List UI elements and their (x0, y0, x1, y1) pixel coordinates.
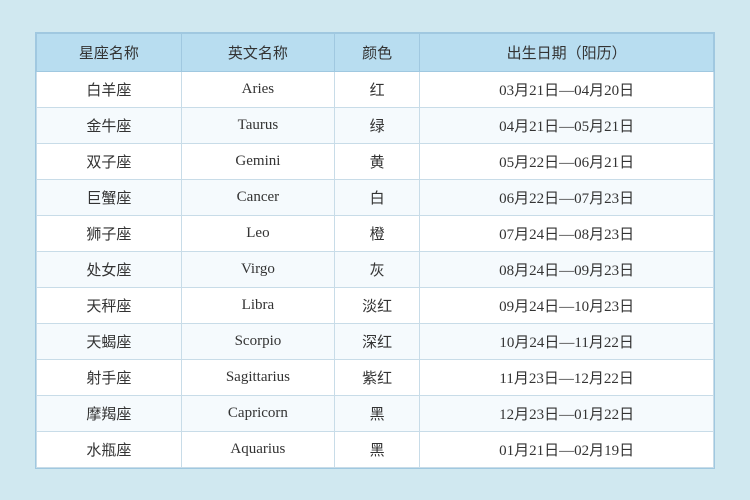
table-cell: 01月21日—02月19日 (420, 431, 714, 467)
table-cell: 绿 (334, 107, 419, 143)
table-row: 巨蟹座Cancer白06月22日—07月23日 (37, 179, 714, 215)
table-cell: 橙 (334, 215, 419, 251)
table-cell: Virgo (181, 251, 334, 287)
table-cell: 黑 (334, 395, 419, 431)
table-row: 狮子座Leo橙07月24日—08月23日 (37, 215, 714, 251)
table-cell: Gemini (181, 143, 334, 179)
table-row: 天秤座Libra淡红09月24日—10月23日 (37, 287, 714, 323)
table-cell: 08月24日—09月23日 (420, 251, 714, 287)
table-cell: Scorpio (181, 323, 334, 359)
table-cell: 淡红 (334, 287, 419, 323)
table-cell: 05月22日—06月21日 (420, 143, 714, 179)
table-cell: 黑 (334, 431, 419, 467)
table-cell: 04月21日—05月21日 (420, 107, 714, 143)
table-cell: 灰 (334, 251, 419, 287)
table-cell: 红 (334, 71, 419, 107)
table-cell: 11月23日—12月22日 (420, 359, 714, 395)
table-header-cell: 出生日期（阳历） (420, 33, 714, 71)
table-cell: 狮子座 (37, 215, 182, 251)
table-row: 白羊座Aries红03月21日—04月20日 (37, 71, 714, 107)
table-cell: 深红 (334, 323, 419, 359)
table-header-cell: 英文名称 (181, 33, 334, 71)
table-row: 摩羯座Capricorn黑12月23日—01月22日 (37, 395, 714, 431)
table-cell: 白羊座 (37, 71, 182, 107)
table-row: 处女座Virgo灰08月24日—09月23日 (37, 251, 714, 287)
table-cell: Aries (181, 71, 334, 107)
table-cell: 处女座 (37, 251, 182, 287)
zodiac-table-container: 星座名称英文名称颜色出生日期（阳历） 白羊座Aries红03月21日—04月20… (35, 32, 715, 469)
table-cell: 12月23日—01月22日 (420, 395, 714, 431)
table-cell: 天蝎座 (37, 323, 182, 359)
table-cell: 06月22日—07月23日 (420, 179, 714, 215)
table-header-cell: 颜色 (334, 33, 419, 71)
table-cell: Taurus (181, 107, 334, 143)
table-row: 金牛座Taurus绿04月21日—05月21日 (37, 107, 714, 143)
table-cell: 07月24日—08月23日 (420, 215, 714, 251)
table-cell: 黄 (334, 143, 419, 179)
table-cell: 03月21日—04月20日 (420, 71, 714, 107)
table-row: 射手座Sagittarius紫红11月23日—12月22日 (37, 359, 714, 395)
zodiac-table: 星座名称英文名称颜色出生日期（阳历） 白羊座Aries红03月21日—04月20… (36, 33, 714, 468)
table-cell: 金牛座 (37, 107, 182, 143)
table-header-row: 星座名称英文名称颜色出生日期（阳历） (37, 33, 714, 71)
table-cell: 10月24日—11月22日 (420, 323, 714, 359)
table-cell: 天秤座 (37, 287, 182, 323)
table-cell: 紫红 (334, 359, 419, 395)
table-header-cell: 星座名称 (37, 33, 182, 71)
table-row: 双子座Gemini黄05月22日—06月21日 (37, 143, 714, 179)
table-row: 水瓶座Aquarius黑01月21日—02月19日 (37, 431, 714, 467)
table-cell: 09月24日—10月23日 (420, 287, 714, 323)
table-cell: 摩羯座 (37, 395, 182, 431)
table-cell: 射手座 (37, 359, 182, 395)
table-cell: Capricorn (181, 395, 334, 431)
table-cell: 双子座 (37, 143, 182, 179)
table-cell: Cancer (181, 179, 334, 215)
table-row: 天蝎座Scorpio深红10月24日—11月22日 (37, 323, 714, 359)
table-cell: Leo (181, 215, 334, 251)
table-cell: Libra (181, 287, 334, 323)
table-cell: 白 (334, 179, 419, 215)
table-cell: Sagittarius (181, 359, 334, 395)
table-cell: 巨蟹座 (37, 179, 182, 215)
table-cell: 水瓶座 (37, 431, 182, 467)
table-cell: Aquarius (181, 431, 334, 467)
